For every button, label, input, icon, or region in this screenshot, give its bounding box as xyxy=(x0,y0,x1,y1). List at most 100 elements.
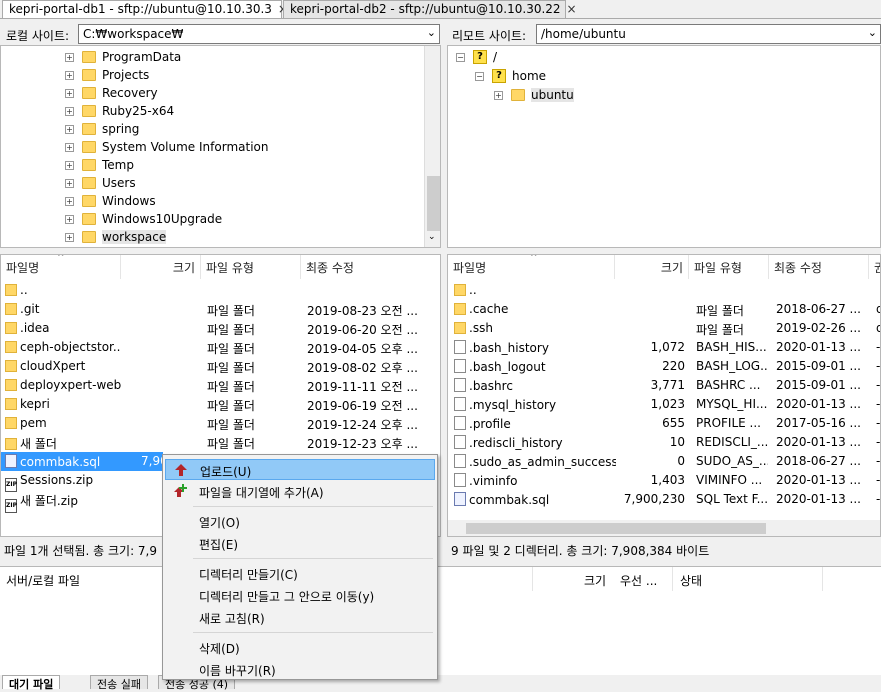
file-row[interactable]: .ssh 파일 폴더 2019-02-26 ... d xyxy=(448,319,880,338)
file-row[interactable]: deployxpert-web 파일 폴더 2019-11-11 오전 ... xyxy=(1,376,440,395)
file-row[interactable]: .mysql_history 1,023 MYSQL_HI... 2020-01-13… xyxy=(448,395,880,414)
folder-icon xyxy=(82,195,96,207)
expand-icon[interactable]: + xyxy=(65,232,74,242)
file-row[interactable]: .sudo_as_admin_successful 0 SUDO_AS_... 201… xyxy=(448,452,880,471)
menu-item[interactable]: 이름 바꾸기(R) xyxy=(165,659,435,680)
file-row[interactable]: .rediscli_history 10 REDISCLI_... 2020-01-1… xyxy=(448,433,880,452)
tree-item[interactable]: −? / xyxy=(456,48,497,66)
queue-col-status[interactable]: 상태 xyxy=(680,572,702,589)
menu-item[interactable]: 업로드(U) xyxy=(165,459,435,480)
menu-item[interactable]: 파일을 대기열에 추가(A) xyxy=(165,481,435,502)
tree-item[interactable]: + System Volume Information xyxy=(65,138,268,156)
tab-kepri-portal-db1[interactable]: kepri-portal-db1 - sftp://ubuntu@10.10.3… xyxy=(2,0,288,18)
file-row[interactable]: .profile 655 PROFILE ... 2017-05-16 ... - xyxy=(448,414,880,433)
menu-item[interactable]: 새로 고침(R) xyxy=(165,607,435,628)
remote-file-list[interactable]: 파일명 ^ 크기 파일 유형 최종 수정 권 ...cache파일 폴더2018… xyxy=(447,254,881,537)
col-header-permissions[interactable]: 권 xyxy=(869,255,880,279)
tree-item[interactable]: + Windows xyxy=(65,192,156,210)
file-type: MYSQL_HI... xyxy=(696,397,768,411)
expand-icon[interactable]: + xyxy=(65,106,74,116)
menu-item[interactable]: 디렉터리 만들고 그 안으로 이동(y) xyxy=(165,585,435,606)
queue-col-size[interactable]: 크기 xyxy=(584,572,606,589)
col-header-type[interactable]: 파일 유형 xyxy=(689,255,769,279)
tree-item[interactable]: + workspace xyxy=(65,228,167,246)
col-header-size[interactable]: 크기 xyxy=(615,255,689,279)
queue-col-server-local[interactable]: 서버/로컬 파일 xyxy=(6,572,80,589)
file-row[interactable]: 새 폴더 파일 폴더 2019-12-23 오후 ... xyxy=(1,433,440,452)
file-row[interactable]: .viminfo 1,403 VIMINFO ... 2020-01-13 ... - xyxy=(448,471,880,490)
file-row[interactable]: ceph-objectstor... 파일 폴더 2019-04-05 오후 ... xyxy=(1,338,440,357)
chevron-down-icon[interactable]: ⌄ xyxy=(427,26,436,39)
scroll-thumb[interactable] xyxy=(427,176,440,231)
chevron-down-icon[interactable]: ⌄ xyxy=(428,232,436,242)
col-header-modified[interactable]: 최종 수정 xyxy=(301,255,440,279)
expand-icon[interactable]: + xyxy=(65,214,74,224)
file-permissions: - xyxy=(876,359,881,373)
chevron-down-icon[interactable]: ⌄ xyxy=(868,26,877,39)
expand-icon[interactable]: + xyxy=(65,70,74,80)
expand-icon[interactable]: + xyxy=(65,160,74,170)
tab-kepri-portal-db2[interactable]: kepri-portal-db2 - sftp://ubuntu@10.10.3… xyxy=(283,0,577,18)
tree-item-label: Windows10Upgrade xyxy=(102,212,223,226)
menu-item[interactable]: 삭제(D) xyxy=(165,637,435,658)
file-row[interactable]: pem 파일 폴더 2019-12-24 오후 ... xyxy=(1,414,440,433)
file-row[interactable]: .idea 파일 폴더 2019-06-20 오전 ... xyxy=(1,319,440,338)
close-icon[interactable]: × xyxy=(567,2,577,16)
collapse-icon[interactable]: − xyxy=(456,52,465,62)
file-row[interactable]: .cache 파일 폴더 2018-06-27 ... d xyxy=(448,300,880,319)
expand-icon[interactable]: + xyxy=(65,178,74,188)
tree-item[interactable]: + ubuntu xyxy=(494,86,574,104)
tree-item[interactable]: + spring xyxy=(65,120,139,138)
remote-path-value: /home/ubuntu xyxy=(541,27,626,41)
col-header-size[interactable]: 크기 xyxy=(121,255,201,279)
transfer-queue[interactable]: 서버/로컬 파일 크기 우선 ... 상태 xyxy=(0,566,881,675)
local-tree[interactable]: + ProgramData + Projects + Recovery + Ruby25-x6… xyxy=(0,45,441,248)
file-row[interactable]: .. xyxy=(1,281,440,300)
expand-icon[interactable]: + xyxy=(65,196,74,206)
file-row[interactable]: cloudXpert 파일 폴더 2019-08-02 오후 ... xyxy=(1,357,440,376)
tree-item[interactable]: + Temp xyxy=(65,156,134,174)
file-modified: 2019-08-23 오전 ... xyxy=(307,304,418,318)
expand-icon[interactable]: + xyxy=(65,88,74,98)
remote-tree[interactable]: −? / −? home + ubuntu xyxy=(447,45,881,248)
file-row[interactable]: .git 파일 폴더 2019-08-23 오전 ... xyxy=(1,300,440,319)
col-header-modified[interactable]: 최종 수정 xyxy=(769,255,869,279)
tree-item[interactable]: + Users xyxy=(65,174,136,192)
context-menu[interactable]: 업로드(U) 파일을 대기열에 추가(A) 열기(O) 편집(E) 디렉터리 만들기(C… xyxy=(162,454,438,680)
expand-icon[interactable]: + xyxy=(65,142,74,152)
tab-queued-files[interactable]: 대기 파일 xyxy=(2,675,61,691)
tab-failed-transfers[interactable]: 전송 실패 xyxy=(90,675,148,691)
file-row[interactable]: kepri 파일 폴더 2019-06-19 오전 ... xyxy=(1,395,440,414)
tree-item-label: home xyxy=(512,69,547,83)
menu-item[interactable]: 열기(O) xyxy=(165,511,435,532)
file-row[interactable]: commbak.sql 7,900,230 SQL Text F... 2020-01… xyxy=(448,490,880,509)
menu-item[interactable]: 디렉터리 만들기(C) xyxy=(165,563,435,584)
collapse-icon[interactable]: − xyxy=(475,71,484,81)
file-row[interactable]: .bash_history 1,072 BASH_HIS... 2020-01-13 … xyxy=(448,338,880,357)
remote-path-combo[interactable]: /home/ubuntu ⌄ xyxy=(536,24,881,44)
expand-icon[interactable]: + xyxy=(494,90,503,100)
tree-item[interactable]: + ProgramData xyxy=(65,48,181,66)
col-header-type[interactable]: 파일 유형 xyxy=(201,255,301,279)
local-path-combo[interactable]: C:₩workspace₩ ⌄ xyxy=(78,24,440,44)
scroll-thumb[interactable] xyxy=(466,523,766,534)
tree-item[interactable]: −? home xyxy=(475,67,546,85)
queue-col-priority[interactable]: 우선 ... xyxy=(620,572,657,589)
expand-icon[interactable]: + xyxy=(65,124,74,134)
expand-icon[interactable]: + xyxy=(65,52,74,62)
file-name-text: kepri xyxy=(20,397,50,411)
file-row[interactable]: .bash_logout 220 BASH_LOG... 2015-09-01 ...… xyxy=(448,357,881,376)
tree-item[interactable]: + Projects xyxy=(65,66,149,84)
file-row[interactable]: .. xyxy=(448,281,880,300)
file-row[interactable]: commbak.sql 7,90 xyxy=(1,452,168,471)
tree-item[interactable]: + Recovery xyxy=(65,84,158,102)
remote-hscrollbar[interactable] xyxy=(448,520,880,536)
folder-icon xyxy=(5,417,17,429)
folder-icon xyxy=(82,87,96,99)
tree-item[interactable]: + Windows10Upgrade xyxy=(65,210,222,228)
menu-item[interactable]: 편집(E) xyxy=(165,533,435,554)
file-row[interactable]: .bashrc 3,771 BASHRC ... 2015-09-01 ... - xyxy=(448,376,880,395)
tree-item[interactable]: + Ruby25-x64 xyxy=(65,102,174,120)
local-tree-scrollbar[interactable]: ⌄ xyxy=(424,46,440,247)
file-modified: 2019-11-11 오전 ... xyxy=(307,380,418,394)
